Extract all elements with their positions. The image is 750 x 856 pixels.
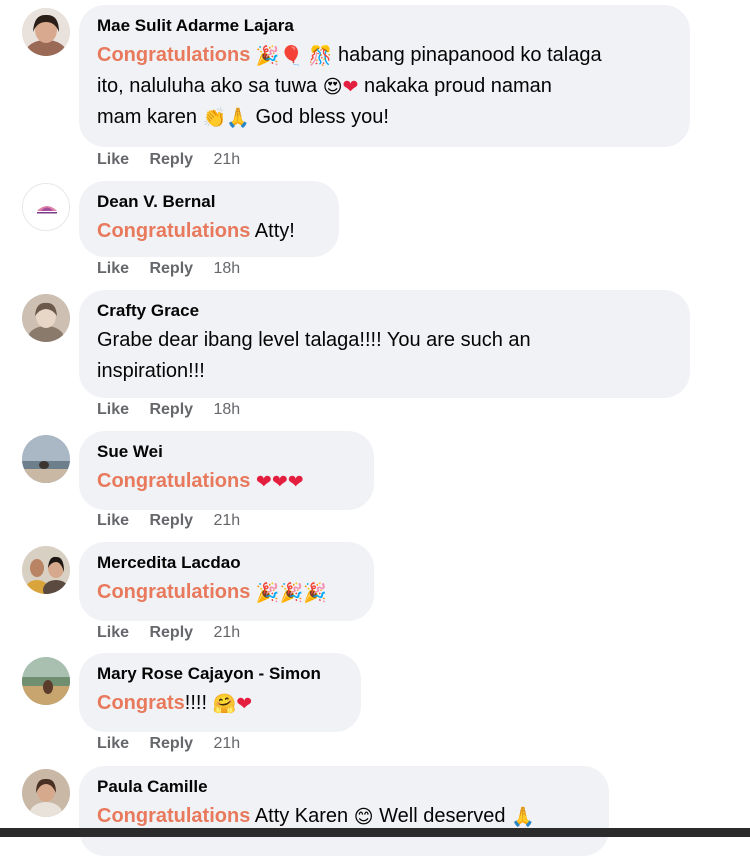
- comment-text: Congratulations Atty!: [97, 216, 321, 247]
- highlight-link[interactable]: Congratulations: [97, 805, 250, 827]
- smile-emoji: 😊: [353, 806, 374, 828]
- like-button[interactable]: Like: [97, 512, 129, 529]
- comment-text-part: ito, naluluha ako sa tuwa: [97, 75, 318, 97]
- comment-bubble: Sue Wei Congratulations ❤❤❤: [79, 431, 374, 510]
- comment-author[interactable]: Dean V. Bernal: [97, 191, 321, 213]
- reply-button[interactable]: Reply: [149, 260, 193, 277]
- comment-author[interactable]: Mary Rose Cajayon - Simon: [97, 663, 343, 685]
- comment-author[interactable]: Mae Sulit Adarme Lajara: [97, 15, 672, 37]
- avatar[interactable]: [22, 294, 70, 342]
- avatar[interactable]: [22, 435, 70, 483]
- like-button[interactable]: Like: [97, 735, 129, 752]
- comment-timestamp[interactable]: 21h: [214, 735, 241, 752]
- heart-icon: ❤: [342, 76, 359, 98]
- avatar-photo-icon: [22, 294, 70, 342]
- comment-author[interactable]: Crafty Grace: [97, 300, 672, 322]
- avatar-photo-icon: [22, 769, 70, 817]
- comment-actions: Like Reply 18h: [97, 260, 240, 278]
- comment-bubble: Mae Sulit Adarme Lajara Congratulations …: [79, 5, 690, 147]
- avatar[interactable]: [22, 769, 70, 817]
- like-button[interactable]: Like: [97, 624, 129, 641]
- comment-text: Congratulations ❤❤❤: [97, 466, 356, 497]
- comment-text-part: mam karen: [97, 106, 198, 128]
- reply-button[interactable]: Reply: [149, 735, 193, 752]
- avatar-photo-icon: [22, 8, 70, 56]
- comment-text-part: nakaka proud naman: [364, 75, 552, 97]
- logo-avatar-icon: [23, 184, 69, 230]
- reply-button[interactable]: Reply: [149, 624, 193, 641]
- comment-author[interactable]: Mercedita Lacdao: [97, 552, 356, 574]
- comment-actions: Like Reply 21h: [97, 151, 240, 169]
- hug-emoji: 🤗: [212, 693, 237, 715]
- party-popper-emoji: 🎉🎉🎉: [255, 582, 327, 604]
- comment-text: Congrats!!!! 🤗❤: [97, 688, 343, 719]
- comment-text-part: Atty Karen: [254, 805, 349, 827]
- heart-eyes-emoji: 😍: [322, 76, 343, 98]
- comment-text-part: habang pinapanood ko talaga: [338, 44, 602, 66]
- comment-bubble: Crafty Grace Grabe dear ibang level tala…: [79, 290, 690, 398]
- highlight-link[interactable]: Congrats: [97, 692, 185, 714]
- like-button[interactable]: Like: [97, 151, 129, 168]
- comment-author[interactable]: Paula Camille: [97, 776, 591, 798]
- comment-bubble: Mary Rose Cajayon - Simon Congrats!!!! 🤗…: [79, 653, 361, 732]
- comment-author[interactable]: Sue Wei: [97, 441, 356, 463]
- comment-actions: Like Reply 18h: [97, 401, 240, 419]
- heart-icon: ❤: [236, 693, 253, 715]
- comment-text-part: Well deserved: [379, 805, 506, 827]
- highlight-link[interactable]: Congratulations: [97, 44, 250, 66]
- comment-timestamp[interactable]: 18h: [214, 401, 241, 418]
- clap-pray-emoji: 👏🙏: [202, 107, 250, 129]
- reply-button[interactable]: Reply: [149, 401, 193, 418]
- like-button[interactable]: Like: [97, 401, 129, 418]
- comment-timestamp[interactable]: 18h: [214, 260, 241, 277]
- comment-text-part: God bless you!: [255, 106, 389, 128]
- comment-text-part: !!!!: [184, 692, 208, 714]
- comment-timestamp[interactable]: 21h: [214, 151, 241, 168]
- avatar-photo-icon: [22, 435, 70, 483]
- comment-actions: Like Reply 21h: [97, 735, 240, 753]
- avatar[interactable]: [22, 8, 70, 56]
- comment-bubble: Mercedita Lacdao Congratulations 🎉🎉🎉: [79, 542, 374, 621]
- like-button[interactable]: Like: [97, 260, 129, 277]
- comment-text: Congratulations 🎉🎈 🎊 habang pinapanood k…: [97, 40, 672, 133]
- comment-bubble: Dean V. Bernal Congratulations Atty!: [79, 181, 339, 257]
- party-balloon-emoji: 🎉🎈: [255, 45, 304, 67]
- avatar[interactable]: [22, 546, 70, 594]
- avatar[interactable]: [22, 657, 70, 705]
- comment-text-part: inspiration!!!: [97, 360, 205, 382]
- comment-actions: Like Reply 21h: [97, 624, 240, 642]
- confetti-emoji: 🎊: [308, 45, 333, 67]
- avatar[interactable]: [22, 183, 70, 231]
- comment-text-part: Grabe dear ibang level talaga!!!! You ar…: [97, 329, 531, 351]
- reply-button[interactable]: Reply: [149, 512, 193, 529]
- avatar-photo-icon: [22, 546, 70, 594]
- comment-bubble: Paula Camille Congratulations Atty Karen…: [79, 766, 609, 856]
- highlight-link[interactable]: Congratulations: [97, 581, 250, 603]
- highlight-link[interactable]: Congratulations: [97, 470, 250, 492]
- heart-icon: ❤❤❤: [255, 471, 304, 493]
- avatar-photo-icon: [22, 657, 70, 705]
- comment-actions: Like Reply 21h: [97, 512, 240, 530]
- comment-timestamp[interactable]: 21h: [214, 512, 241, 529]
- reply-button[interactable]: Reply: [149, 151, 193, 168]
- highlight-link[interactable]: Congratulations: [97, 220, 250, 242]
- pray-emoji: 🙏: [511, 806, 535, 828]
- comment-timestamp[interactable]: 21h: [214, 624, 241, 641]
- comment-text: Grabe dear ibang level talaga!!!! You ar…: [97, 325, 672, 387]
- taskbar-edge: [0, 828, 750, 837]
- comment-text-part: Atty!: [254, 220, 295, 242]
- comment-text: Congratulations 🎉🎉🎉: [97, 577, 356, 608]
